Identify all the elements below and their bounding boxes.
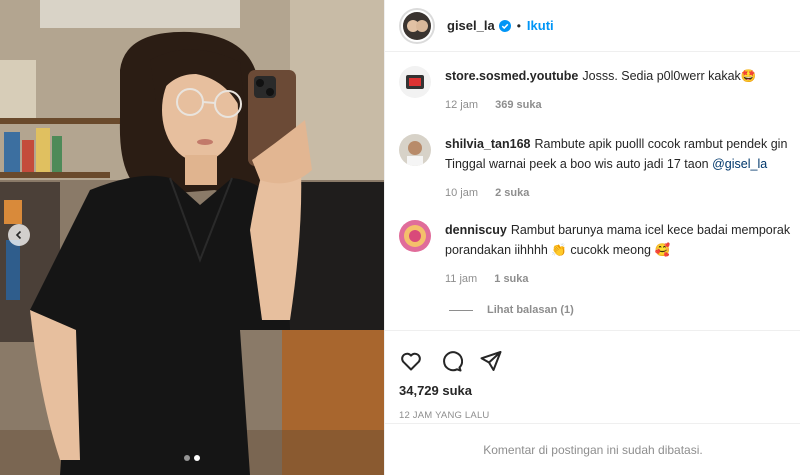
carousel-indicators bbox=[0, 455, 384, 461]
comment-username[interactable]: denniscuy bbox=[445, 223, 507, 237]
follow-button[interactable]: Ikuti bbox=[527, 18, 554, 33]
author-avatar[interactable] bbox=[399, 7, 435, 44]
post-timestamp[interactable]: 12 JAM YANG LALU bbox=[385, 398, 800, 421]
view-replies-button[interactable]: Lihat balasan (1) bbox=[449, 304, 574, 316]
comment-icon[interactable] bbox=[439, 349, 463, 373]
carousel-prev-button[interactable] bbox=[8, 224, 30, 246]
comment-meta: 11 jam 1 suka bbox=[445, 269, 800, 289]
photo-illustration bbox=[0, 0, 384, 475]
comment-username[interactable]: store.sosmed.youtube bbox=[445, 69, 578, 83]
comment-time[interactable]: 12 jam bbox=[445, 99, 478, 111]
comment-meta: 12 jam 369 suka bbox=[445, 95, 800, 115]
comment-text: Rambute apik puolll cocok rambut pendek … bbox=[534, 137, 788, 151]
view-replies-label: Lihat balasan (1) bbox=[487, 304, 574, 316]
avatar-image bbox=[399, 220, 431, 252]
comment-likes[interactable]: 1 suka bbox=[494, 273, 528, 285]
commenter-avatar[interactable] bbox=[399, 134, 431, 166]
comment-likes[interactable]: 369 suka bbox=[495, 99, 541, 111]
commenter-avatar[interactable] bbox=[399, 66, 431, 98]
replies-divider bbox=[449, 309, 473, 311]
commenter-avatar[interactable] bbox=[399, 220, 431, 252]
comment-meta: 10 jam 2 suka bbox=[445, 183, 800, 203]
comment-item: shilvia_tan168 Rambute apik puolll cocok … bbox=[399, 134, 800, 203]
comment-item: store.sosmed.youtube Josss. Sedia p0l0wer… bbox=[399, 66, 800, 115]
comment-text: Rambut barunya mama icel kece badai memp… bbox=[510, 223, 791, 237]
heart-icon[interactable] bbox=[399, 349, 423, 373]
post-actions-area: 34,729 suka 12 JAM YANG LALU Komentar di… bbox=[385, 330, 800, 475]
avatar-image bbox=[399, 134, 431, 166]
header-separator: • bbox=[516, 18, 521, 33]
avatar-image bbox=[399, 66, 431, 98]
avatar-image bbox=[403, 11, 431, 40]
comment-text: Josss. Sedia p0l0werr kakak🤩 bbox=[582, 69, 757, 83]
comment-username[interactable]: shilvia_tan168 bbox=[445, 137, 530, 151]
post-details-panel: gisel_la • Ikuti store.sosmed.youtube Jos… bbox=[384, 0, 800, 475]
carousel-dot bbox=[184, 455, 190, 461]
action-bar bbox=[385, 331, 800, 377]
paper-plane-icon[interactable] bbox=[479, 349, 503, 373]
comment-mention-link[interactable]: @gisel_la bbox=[712, 157, 767, 171]
comments-list[interactable]: store.sosmed.youtube Josss. Sedia p0l0wer… bbox=[385, 52, 800, 330]
comment-time[interactable]: 11 jam bbox=[445, 273, 477, 285]
comment-time[interactable]: 10 jam bbox=[445, 187, 478, 199]
chevron-left-icon bbox=[15, 230, 22, 240]
post-likes-count[interactable]: 34,729 suka bbox=[385, 377, 800, 398]
comment-item: denniscuy Rambut barunya mama icel kece b… bbox=[399, 220, 800, 289]
comments-closed-notice: Komentar di postingan ini sudah dibatasi… bbox=[385, 423, 800, 475]
post-header: gisel_la • Ikuti bbox=[385, 0, 800, 52]
verified-badge-icon bbox=[498, 19, 511, 32]
post-photo[interactable] bbox=[0, 0, 384, 475]
comment-text: porandakan iihhhh 👏 cucokk meong 🥰 bbox=[445, 243, 671, 257]
author-username[interactable]: gisel_la bbox=[447, 18, 495, 33]
comment-likes[interactable]: 2 suka bbox=[495, 187, 529, 199]
carousel-dot-active bbox=[194, 455, 200, 461]
comment-text: Tinggal warnai peek a boo wis auto jadi … bbox=[445, 157, 709, 171]
